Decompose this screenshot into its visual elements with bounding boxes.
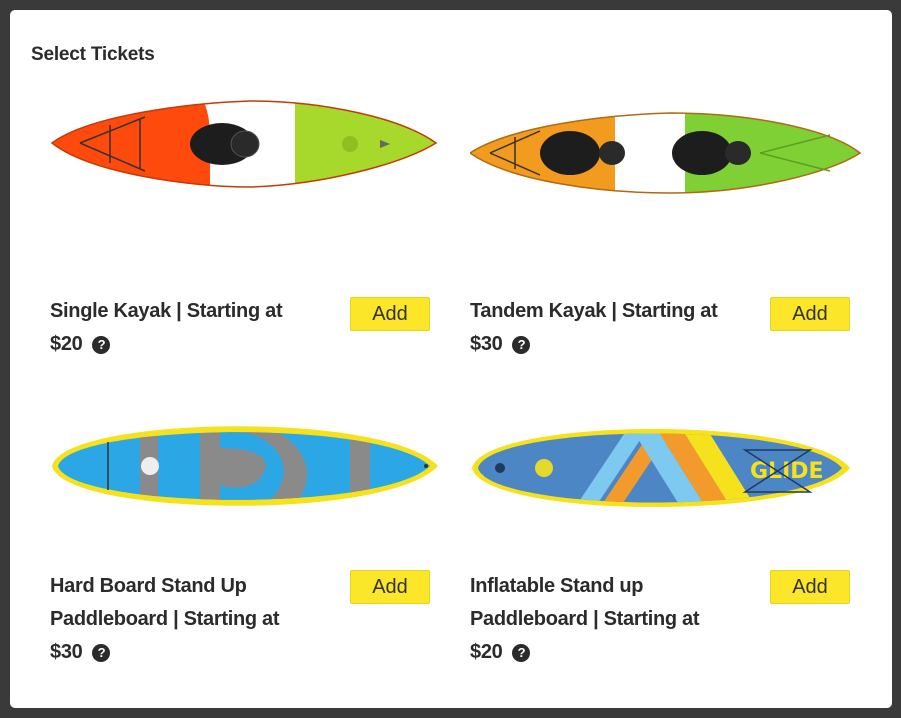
ticket-selection-modal: Select Tickets Single Kayak | Starting a… <box>10 10 892 708</box>
ticket-price: $20 <box>50 333 83 355</box>
question-circle-icon[interactable]: ? <box>92 643 111 662</box>
ticket-price: $20 <box>470 641 503 663</box>
ticket-card-single-kayak: Single Kayak | Starting at $20 ? Add <box>50 95 438 365</box>
ticket-name-text: Single Kayak | Starting at <box>50 300 283 322</box>
ticket-name: Inflatable Stand up Paddleboard | Starti… <box>470 570 730 669</box>
ticket-price: $30 <box>50 641 83 663</box>
tandem-kayak-image <box>470 95 862 205</box>
add-inflatable-sup-button[interactable]: Add <box>770 570 850 604</box>
ticket-card-inflatable-sup: GLIDE Inflatable Stand up Paddleboard | … <box>470 410 850 670</box>
modal-title: Select Tickets <box>31 44 155 65</box>
ticket-name: Single Kayak | Starting at $20 ? <box>50 295 310 361</box>
ticket-name-text: Inflatable Stand up Paddleboard | Starti… <box>470 575 700 630</box>
ticket-name: Tandem Kayak | Starting at $30 ? <box>470 295 730 361</box>
add-single-kayak-button[interactable]: Add <box>350 297 430 331</box>
single-kayak-image <box>50 95 440 205</box>
ticket-card-hard-board-sup: Hard Board Stand Up Paddleboard | Starti… <box>50 410 438 670</box>
glide-brand-logo: GLIDE <box>750 459 824 484</box>
question-circle-icon[interactable]: ? <box>512 643 531 662</box>
ticket-name-text: Hard Board Stand Up Paddleboard | Starti… <box>50 575 280 630</box>
add-hard-board-sup-button[interactable]: Add <box>350 570 430 604</box>
ticket-price: $30 <box>470 333 503 355</box>
inflatable-sup-image: GLIDE <box>470 410 860 530</box>
question-circle-icon[interactable]: ? <box>512 335 531 354</box>
ticket-card-tandem-kayak: Tandem Kayak | Starting at $30 ? Add <box>470 95 862 365</box>
hard-board-sup-image <box>50 410 440 530</box>
ticket-name-text: Tandem Kayak | Starting at <box>470 300 718 322</box>
ticket-name: Hard Board Stand Up Paddleboard | Starti… <box>50 570 310 669</box>
question-circle-icon[interactable]: ? <box>92 335 111 354</box>
add-tandem-kayak-button[interactable]: Add <box>770 297 850 331</box>
page-backdrop <box>0 0 901 10</box>
